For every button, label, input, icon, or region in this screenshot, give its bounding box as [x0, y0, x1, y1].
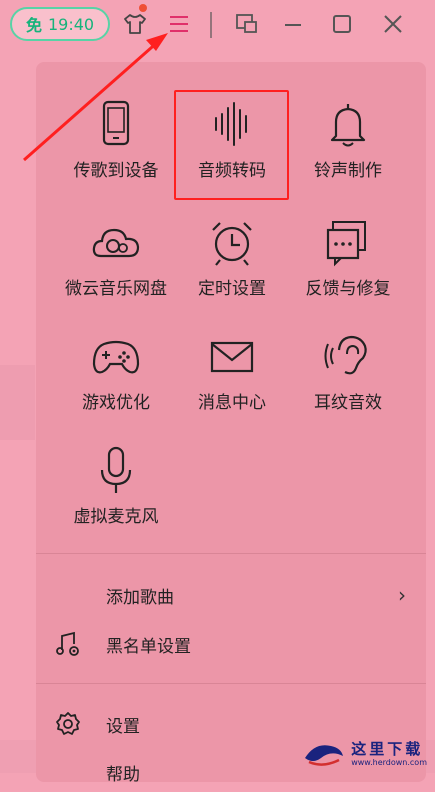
menu-item-cloud-drive[interactable]: 微云音乐网盘: [60, 218, 172, 318]
menu-divider: [36, 553, 426, 554]
menu-item-add-songs[interactable]: 添加歌曲 ›: [36, 575, 426, 615]
bell-icon: [330, 104, 366, 147]
menu-item-label: 添加歌曲: [106, 587, 174, 608]
menu-item-timer[interactable]: 定时设置: [176, 218, 288, 318]
close-icon[interactable]: [378, 9, 408, 39]
feedback-icon: [326, 221, 366, 267]
menu-item-label: 反馈与修复: [305, 279, 391, 299]
alarm-clock-icon: [212, 222, 252, 266]
mail-icon: [210, 341, 254, 373]
menu-item-label: 耳纹音效: [314, 393, 382, 413]
menu-item-label: 消息中心: [198, 393, 266, 413]
maximize-icon[interactable]: [327, 9, 357, 39]
menu-item-label: 设置: [106, 716, 140, 737]
background-panel: [0, 365, 35, 440]
vip-badge-button[interactable]: 免 19:40: [10, 7, 110, 41]
menu-item-label: 虚拟麦克风: [73, 507, 159, 527]
menu-item-ear-print[interactable]: 耳纹音效: [292, 332, 404, 432]
menu-item-label: 铃声制作: [314, 161, 382, 181]
menu-icon[interactable]: [164, 9, 194, 39]
menu-item-label: 黑名单设置: [106, 636, 191, 657]
cloud-icon: [92, 228, 140, 258]
ear-icon: [324, 335, 367, 375]
menu-item-ringtone[interactable]: 铃声制作: [292, 100, 404, 200]
menu-item-virtual-mic[interactable]: 虚拟麦克风: [60, 446, 172, 546]
mini-player-icon[interactable]: [232, 9, 262, 39]
watermark: 这里下载 www.herdown.com: [301, 738, 427, 770]
notification-dot: [139, 4, 147, 12]
highlight-box: [174, 90, 289, 200]
gear-icon: [56, 712, 80, 735]
menu-item-blacklist[interactable]: 黑名单设置: [36, 624, 426, 664]
menu-item-feedback[interactable]: 反馈与修复: [292, 218, 404, 318]
gamepad-icon: [92, 340, 140, 374]
chevron-right-icon: ›: [398, 583, 406, 607]
minimize-icon[interactable]: [278, 9, 308, 39]
menu-item-label: 定时设置: [198, 279, 266, 299]
menu-item-label: 游戏优化: [82, 393, 150, 413]
watermark-logo: [305, 745, 344, 766]
menu-item-transfer-songs[interactable]: 传歌到设备: [60, 100, 172, 200]
menu-item-message-center[interactable]: 消息中心: [176, 332, 288, 432]
watermark-title: 这里下载: [351, 740, 424, 758]
menu-item-label: 帮助: [106, 764, 140, 785]
microphone-icon: [100, 446, 132, 493]
menu-divider: [36, 683, 426, 684]
shirt-icon[interactable]: [120, 9, 150, 39]
title-bar: 免 19:40: [0, 0, 435, 50]
vip-time-label: 19:40: [47, 14, 95, 34]
music-gear-icon: [56, 631, 79, 656]
toolbar-separator: [210, 12, 212, 38]
phone-icon: [102, 100, 130, 146]
watermark-url: www.herdown.com: [351, 758, 427, 767]
menu-item-label: 微云音乐网盘: [65, 279, 167, 299]
menu-item-label: 传歌到设备: [73, 161, 159, 181]
vip-badge-label: 免: [25, 16, 42, 35]
menu-item-game-optimize[interactable]: 游戏优化: [60, 332, 172, 432]
